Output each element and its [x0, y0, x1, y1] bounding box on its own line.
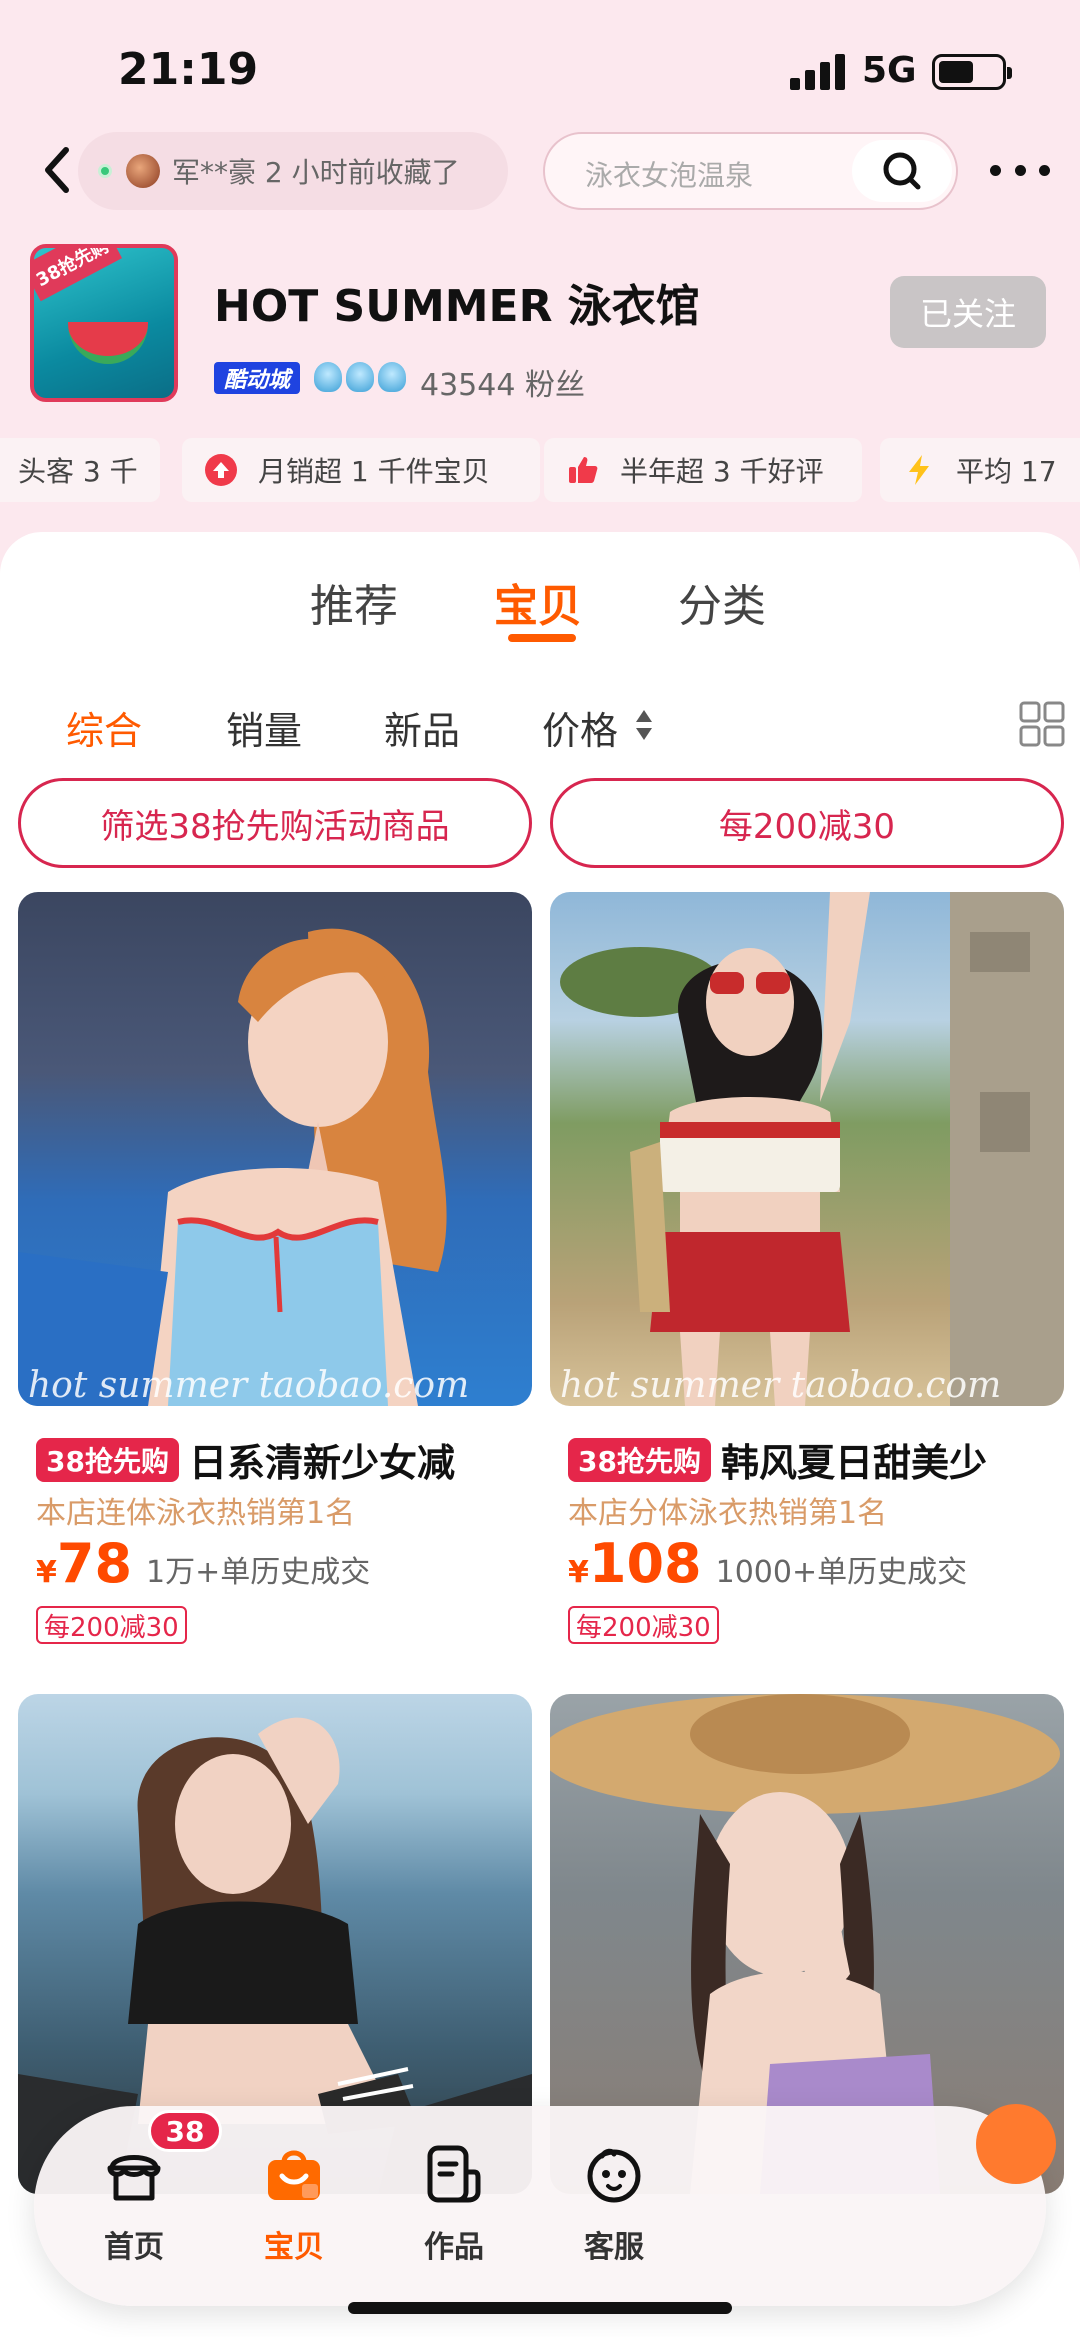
grid-view-icon[interactable] — [1018, 700, 1066, 748]
fans-count: 43544 粉丝 — [420, 368, 585, 403]
coupon-tag: 每200减30 — [568, 1606, 719, 1644]
highlight-label: 月销超 1 千件宝贝 — [258, 455, 490, 488]
coupon-tag: 每200减30 — [36, 1606, 187, 1644]
highlight-chip[interactable]: 头客 3 千 — [0, 438, 160, 502]
price-row: ¥ 78 1万+单历史成交 — [36, 1532, 370, 1595]
nav-label: 作品 — [424, 2230, 484, 2265]
store-badge: 酷动城 — [214, 362, 301, 394]
promo-tag: 38抢先购 — [36, 1437, 179, 1482]
filter-38-promo-button[interactable]: 筛选38抢先购活动商品 — [18, 778, 532, 868]
nav-label: 客服 — [584, 2230, 644, 2265]
highlight-chip[interactable]: 平均 17 — [880, 438, 1080, 502]
tab-recommend[interactable]: 推荐 — [310, 570, 398, 634]
bag-icon — [268, 2150, 320, 2200]
floating-action-button[interactable] — [976, 2104, 1056, 2184]
search-button[interactable] — [852, 140, 952, 202]
currency-symbol: ¥ — [36, 1555, 57, 1590]
nav-label: 宝贝 — [264, 2230, 324, 2265]
lightning-icon — [909, 455, 929, 485]
up-arrow-icon — [205, 454, 237, 486]
nav-label: 首页 — [104, 2230, 164, 2265]
currency-symbol: ¥ — [568, 1555, 589, 1590]
network-label: 5G — [862, 50, 917, 91]
home-indicator — [348, 2302, 732, 2314]
crown-icon — [378, 362, 406, 392]
nav-service[interactable]: 客服 — [534, 2106, 694, 2306]
sold-count: 1万+单历史成交 — [146, 1555, 371, 1590]
store-name[interactable]: HOT SUMMER 泳衣馆 — [214, 270, 700, 334]
nav-works[interactable]: 作品 — [374, 2106, 534, 2306]
tab-products[interactable]: 宝贝 — [494, 570, 582, 634]
shop-icon — [107, 2155, 161, 2201]
product-price: 108 — [588, 1532, 702, 1595]
watermelon-graphic — [68, 322, 148, 364]
search-icon — [883, 152, 921, 190]
product-watermark: hot summer taobao.com — [560, 1365, 1002, 1406]
product-card[interactable]: hot summer taobao.com 38抢先购 日系清新少女减 本店连体… — [18, 892, 532, 1672]
service-icon — [587, 2148, 641, 2203]
logo-promo-tag: 38抢先购 — [34, 248, 123, 302]
product-title: 日系清新少女减 — [188, 1441, 455, 1485]
sort-comprehensive[interactable]: 综合 — [66, 700, 142, 755]
highlight-chip[interactable]: 半年超 3 千好评 — [544, 438, 862, 502]
thumb-up-icon — [569, 457, 598, 483]
product-title-row: 38抢先购 韩风夏日甜美少 — [568, 1432, 1068, 1487]
sort-arrows-icon — [636, 710, 652, 740]
highlight-label: 头客 3 千 — [18, 455, 138, 488]
product-image[interactable]: hot summer taobao.com — [550, 892, 1064, 1406]
product-photo-graphic — [560, 892, 1064, 1406]
more-button[interactable] — [990, 160, 1050, 180]
promo-tag: 38抢先购 — [568, 1437, 711, 1482]
price-row: ¥ 108 1000+单历史成交 — [568, 1532, 967, 1595]
works-icon — [427, 2145, 481, 2203]
sold-count: 1000+单历史成交 — [715, 1555, 968, 1590]
status-bar: 21:19 5G — [0, 0, 1080, 140]
more-dot-icon — [1039, 164, 1050, 176]
crown-icon — [314, 362, 342, 392]
search-input[interactable]: 泳衣女泡温泉 — [543, 132, 958, 210]
product-price: 78 — [56, 1532, 133, 1595]
search-placeholder: 泳衣女泡温泉 — [585, 159, 754, 192]
store-logo[interactable]: 38抢先购 — [30, 244, 178, 402]
product-image[interactable]: hot summer taobao.com — [18, 892, 532, 1406]
chevron-left-icon — [45, 147, 69, 193]
store-level-icons — [314, 362, 406, 392]
crown-icon — [346, 362, 374, 392]
product-rank: 本店分体泳衣热销第1名 — [568, 1496, 888, 1531]
active-tab-indicator — [508, 634, 576, 642]
product-title: 韩风夏日甜美少 — [720, 1441, 987, 1485]
nav-products[interactable]: 宝贝 — [214, 2106, 374, 2306]
tab-categories[interactable]: 分类 — [678, 570, 766, 634]
product-card[interactable]: hot summer taobao.com 38抢先购 韩风夏日甜美少 本店分体… — [550, 892, 1064, 1672]
more-dot-icon — [1014, 164, 1026, 176]
highlight-chip[interactable]: 月销超 1 千件宝贝 — [182, 438, 540, 502]
product-title-row: 38抢先购 日系清新少女减 — [36, 1432, 536, 1487]
status-time: 21:19 — [118, 44, 259, 95]
sort-sales[interactable]: 销量 — [226, 700, 302, 755]
store-highlights: 头客 3 千 月销超 1 千件宝贝 半年超 3 千好评 平均 17 — [0, 438, 1080, 502]
online-dot-icon — [98, 164, 112, 178]
battery-icon — [932, 54, 1012, 90]
user-avatar — [126, 154, 160, 188]
signal-icon — [790, 52, 850, 90]
highlight-label: 半年超 3 千好评 — [620, 455, 824, 488]
sort-price[interactable]: 价格 — [542, 700, 618, 755]
back-button[interactable] — [36, 140, 80, 200]
filter-coupon-button[interactable]: 每200减30 — [550, 778, 1064, 868]
ticker-text: 军**豪 2 小时前收藏了 — [172, 156, 460, 189]
product-watermark: hot summer taobao.com — [28, 1365, 470, 1406]
home-badge: 38 — [148, 2110, 222, 2152]
product-photo-graphic — [18, 928, 447, 1406]
more-dot-icon — [990, 164, 1001, 176]
highlight-label: 平均 17 — [956, 455, 1057, 488]
activity-ticker[interactable]: 军**豪 2 小时前收藏了 — [78, 132, 508, 210]
sort-new[interactable]: 新品 — [384, 700, 460, 755]
follow-button[interactable]: 已关注 — [890, 276, 1046, 348]
product-rank: 本店连体泳衣热销第1名 — [36, 1496, 356, 1531]
